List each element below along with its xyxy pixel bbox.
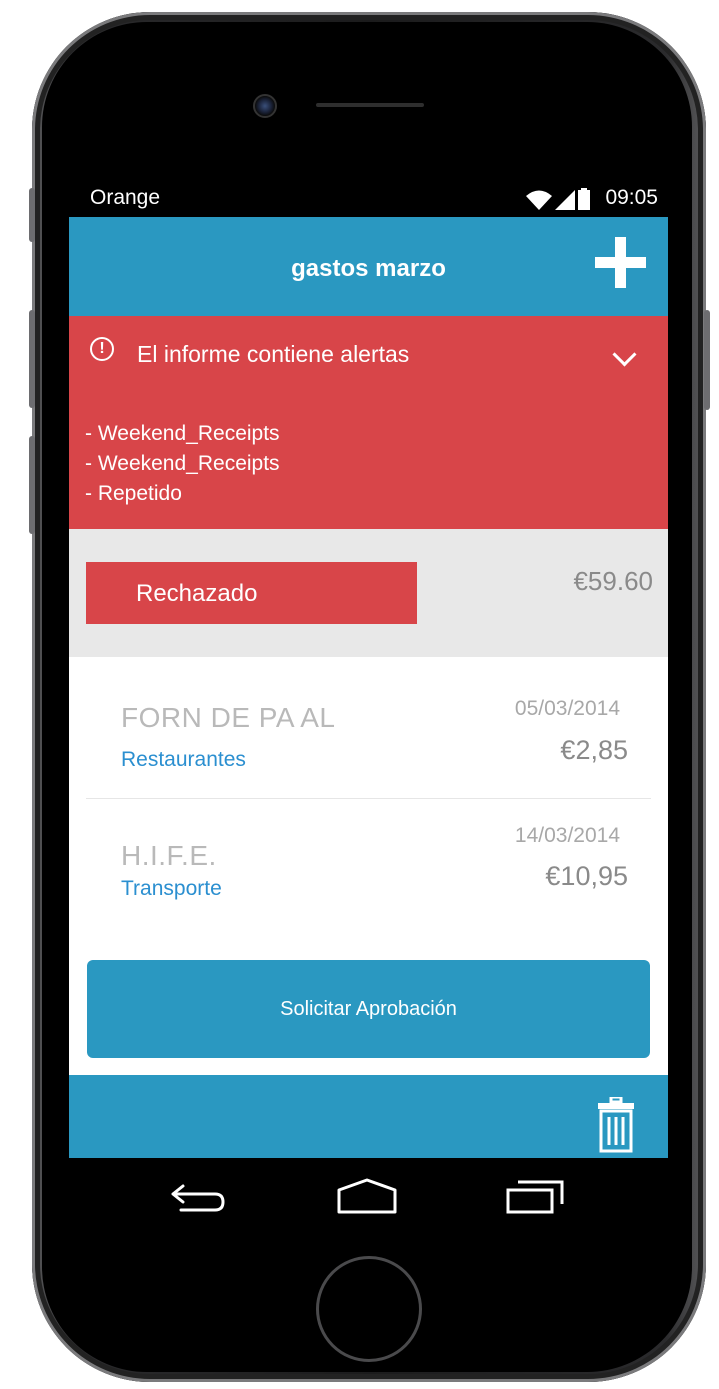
bottom-toolbar xyxy=(69,1075,668,1158)
volume-up-button xyxy=(29,310,35,408)
request-approval-button[interactable]: Solicitar Aprobación xyxy=(87,960,650,1058)
power-button xyxy=(704,310,710,410)
alert-item: - Weekend_Receipts xyxy=(85,422,280,445)
home-icon[interactable] xyxy=(337,1178,397,1218)
status-badge: Rechazado xyxy=(86,562,417,624)
expense-list: FORN DE PA AL Restaurantes 05/03/2014 €2… xyxy=(69,657,668,941)
back-icon[interactable] xyxy=(167,1178,227,1218)
category-link[interactable]: Transporte xyxy=(121,877,222,901)
expense-amount: €2,85 xyxy=(560,735,628,765)
system-navigation-bar xyxy=(69,1158,668,1240)
app-bar: gastos marzo xyxy=(69,217,668,316)
mute-switch xyxy=(29,188,35,242)
expense-date: 05/03/2014 xyxy=(514,697,620,720)
expense-date: 14/03/2014 xyxy=(514,824,620,847)
exclamation-circle-icon: ! xyxy=(90,337,114,361)
alert-list: - Weekend_Receipts - Weekend_Receipts - … xyxy=(85,419,280,509)
carrier-label: Orange xyxy=(90,186,161,209)
merchant-name: H.I.F.E. xyxy=(121,840,217,871)
speaker-grille xyxy=(316,103,424,107)
camera-icon xyxy=(253,94,277,118)
page-title: gastos marzo xyxy=(291,255,446,282)
alert-title: El informe contiene alertas xyxy=(137,341,410,367)
wifi-icon xyxy=(526,190,552,210)
clock: 09:05 xyxy=(605,186,658,209)
expense-amount: €10,95 xyxy=(545,861,628,891)
status-bar: Orange 09:05 xyxy=(69,176,668,217)
alert-panel[interactable]: ! El informe contiene alertas - Weekend_… xyxy=(69,316,668,529)
chevron-down-icon[interactable] xyxy=(612,342,637,367)
signal-icon xyxy=(555,190,575,210)
report-summary: Rechazado €59.60 xyxy=(69,529,668,657)
volume-down-button xyxy=(29,436,35,534)
merchant-name: FORN DE PA AL xyxy=(121,702,336,733)
status-icons xyxy=(526,188,590,210)
alert-item: - Weekend_Receipts xyxy=(85,452,280,475)
report-total: €59.60 xyxy=(573,566,653,596)
plus-icon[interactable] xyxy=(593,235,648,290)
alert-item: - Repetido xyxy=(85,482,182,505)
list-item[interactable]: H.I.F.E. Transporte 14/03/2014 €10,95 xyxy=(69,799,668,941)
screen: Orange 09:05 gastos marzo ! El informe c… xyxy=(69,176,668,1240)
category-link[interactable]: Restaurantes xyxy=(121,748,246,772)
battery-icon xyxy=(578,188,590,210)
recent-apps-icon[interactable] xyxy=(506,1178,566,1218)
home-button[interactable] xyxy=(316,1256,422,1362)
list-item[interactable]: FORN DE PA AL Restaurantes 05/03/2014 €2… xyxy=(69,657,668,799)
trash-icon[interactable] xyxy=(596,1097,636,1153)
